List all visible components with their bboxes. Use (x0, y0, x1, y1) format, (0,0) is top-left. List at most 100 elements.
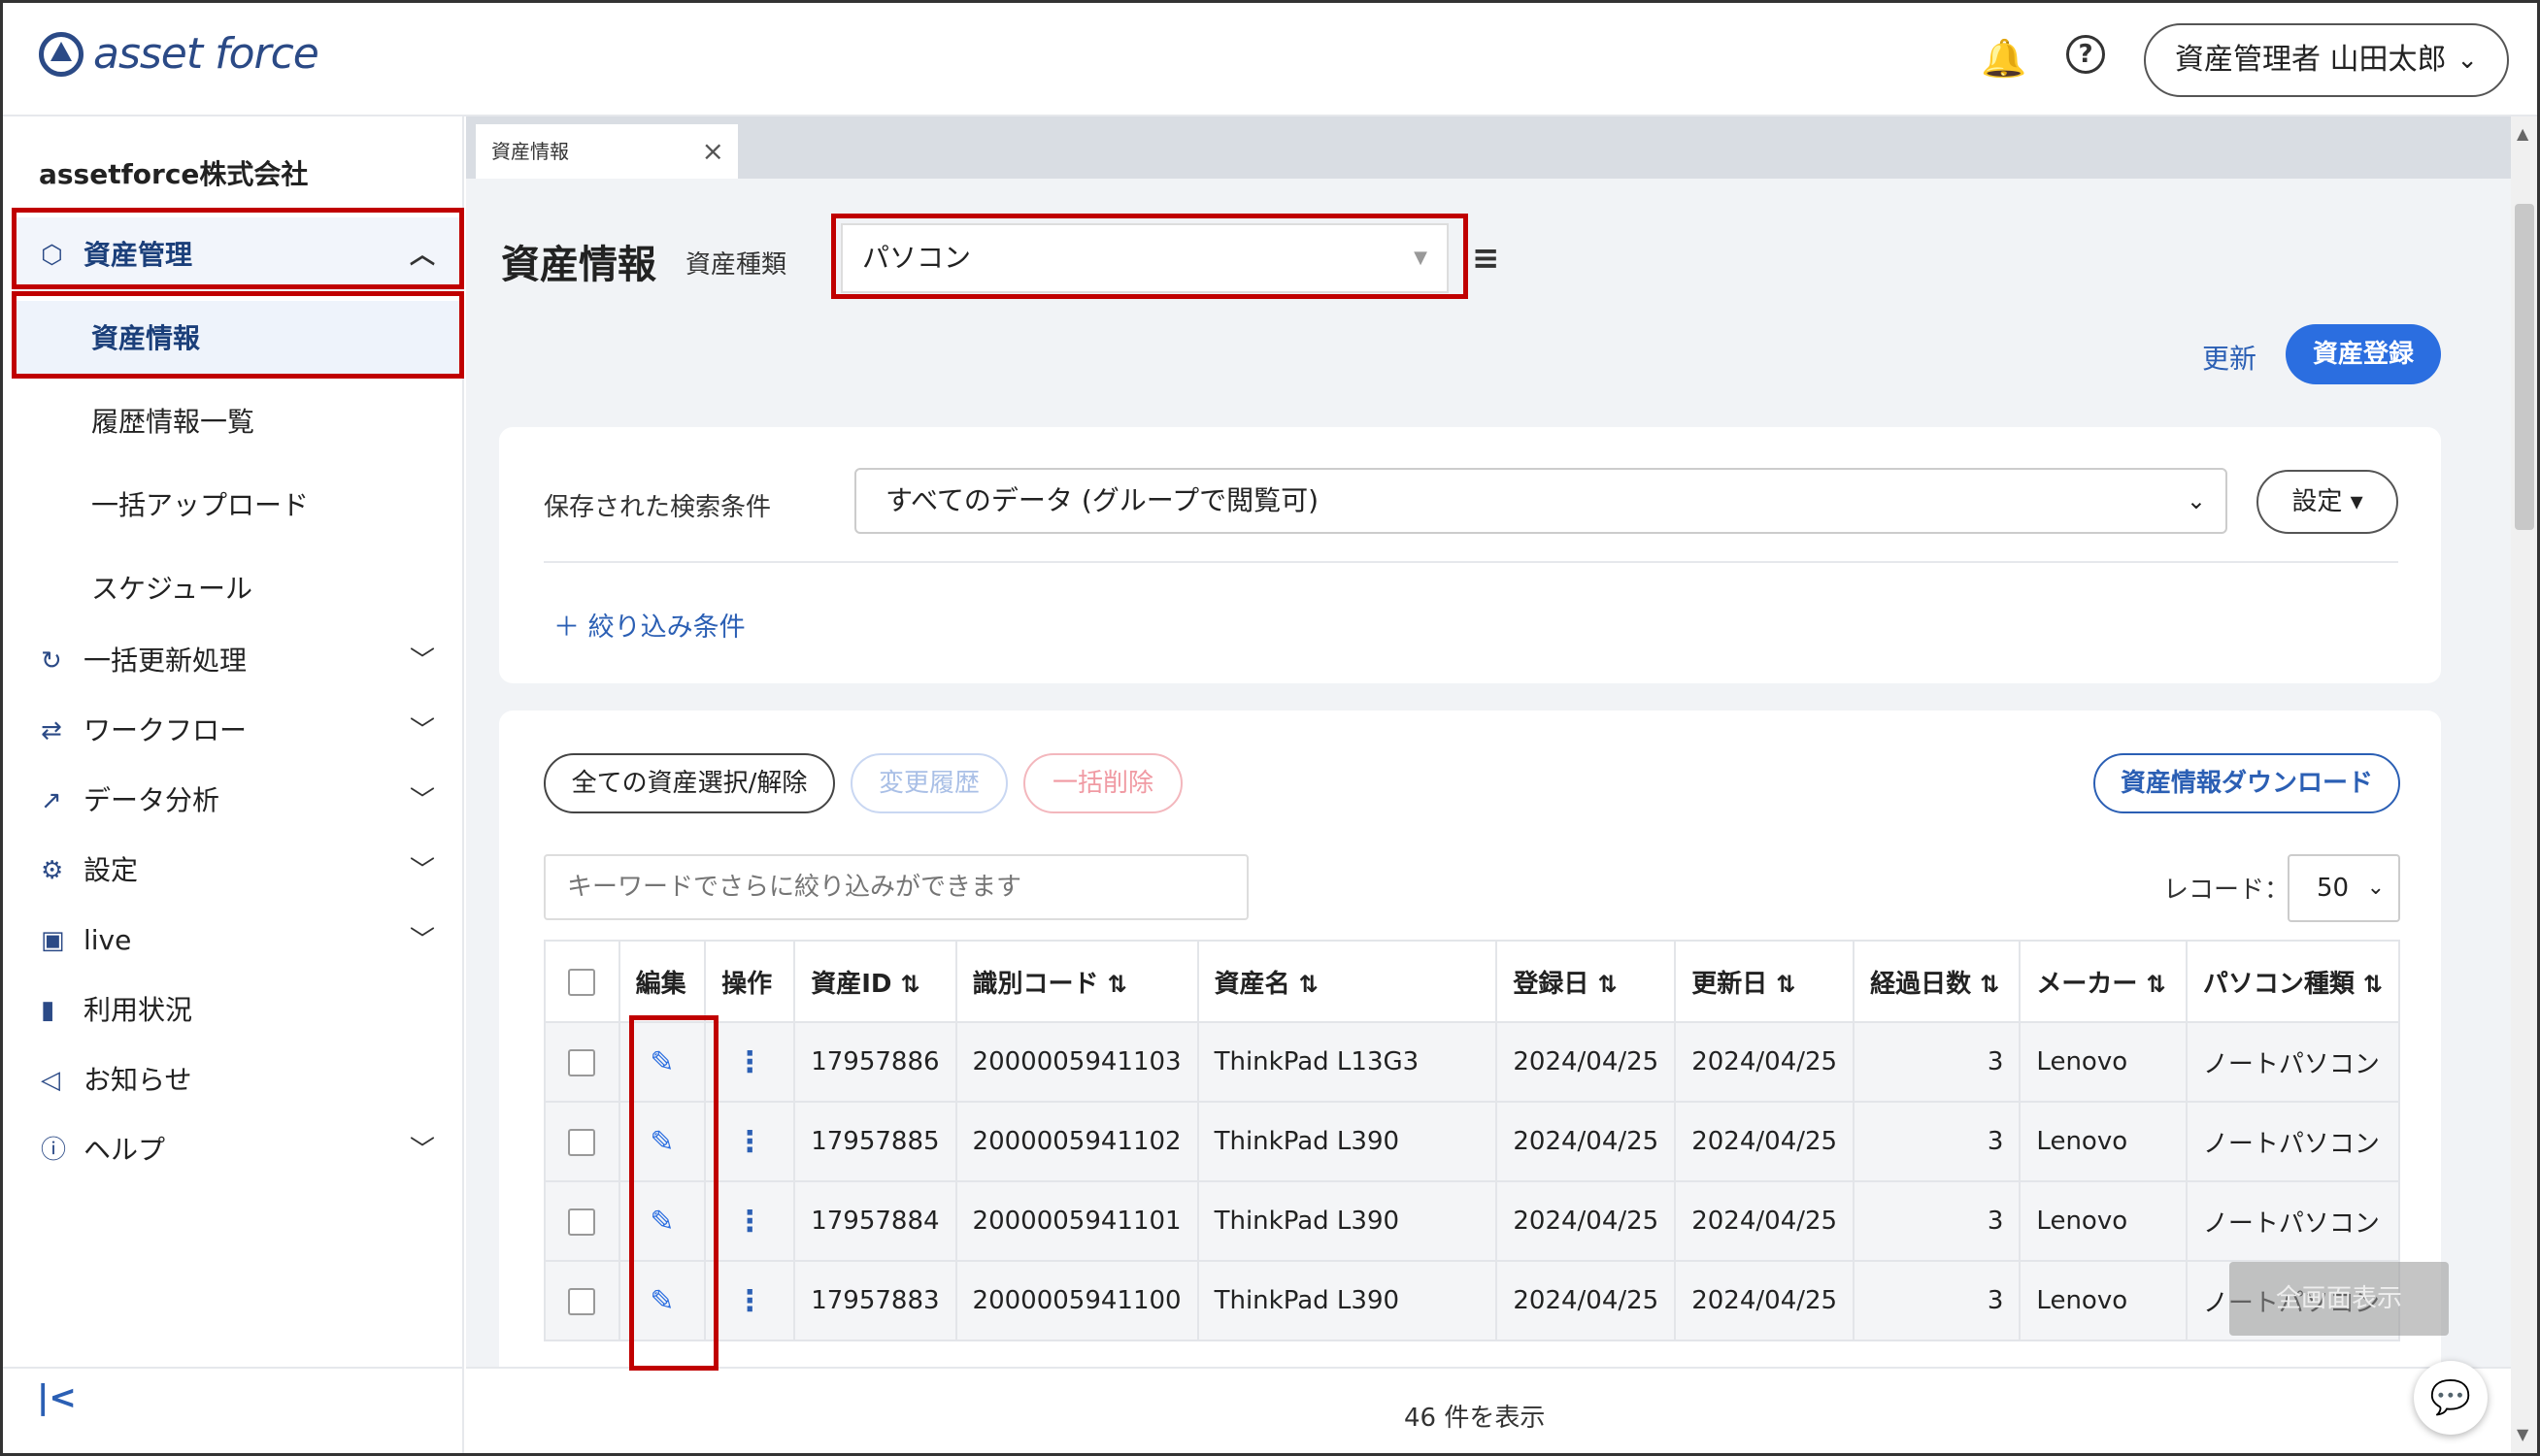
more-vertical-icon[interactable]: ⋮ (735, 1045, 764, 1079)
sidebar-subitem-asset-info[interactable]: 資産情報 (14, 301, 464, 377)
sidebar-item-label: 設定 (84, 854, 139, 886)
sidebar-item-data-analysis[interactable]: ↗ データ分析 ﹀ (14, 763, 464, 839)
row-checkbox[interactable] (568, 1128, 596, 1156)
collapse-sidebar-icon[interactable]: |< (37, 1378, 77, 1417)
settings-dropdown-button[interactable]: 設定 ▾ (2256, 470, 2398, 534)
record-label: レコード： (2163, 876, 2290, 905)
sidebar-subitem-history[interactable]: 履歴情報一覧 (14, 384, 464, 460)
chevron-down-icon: ⌄ (2456, 46, 2478, 75)
chevron-down-icon: ﹀ (409, 856, 435, 885)
edit-cell: ✎ (618, 1021, 707, 1103)
tab-bar (466, 116, 2513, 179)
sidebar-item-asset-management[interactable]: ⬡ 資産管理 ︿ (14, 217, 464, 293)
saved-search-select[interactable]: すべてのデータ (グループで閲覧可) ⌄ (854, 468, 2227, 534)
row-checkbox[interactable] (568, 1287, 596, 1315)
table-row[interactable]: ✎ ⋮ 17957886 2000005941103 ThinkPad L13G… (544, 1021, 2401, 1103)
sidebar-subitem-bulk-upload[interactable]: 一括アップロード (14, 468, 464, 544)
asset-id: 17957884 (793, 1180, 957, 1262)
maker: Lenovo (2019, 1260, 2188, 1341)
select-all-button[interactable]: 全ての資産選択/解除 (544, 753, 835, 813)
chart-icon: ↗ (41, 786, 62, 815)
row-checkbox-cell (544, 1101, 620, 1182)
sidebar-item-label: ヘルプ (84, 1134, 166, 1166)
edit-cell: ✎ (618, 1260, 707, 1341)
column-header-label: 識別コード (972, 969, 1099, 999)
saved-search-value: すべてのデータ (グループで閲覧可) (886, 484, 1319, 516)
table-row[interactable]: ✎ ⋮ 17957884 2000005941101 ThinkPad L390… (544, 1180, 2401, 1262)
column-header-sortable[interactable]: パソコン種類 ⇅ (2185, 940, 2401, 1023)
fullscreen-button[interactable]: 全画面表示 (2229, 1262, 2449, 1336)
column-header-sortable[interactable]: 資産ID ⇅ (793, 940, 957, 1023)
sidebar-item-live[interactable]: ▣ live ﹀ (14, 903, 464, 978)
scroll-up-icon[interactable]: ▲ (2517, 124, 2528, 143)
sort-icon: ⇅ (1980, 970, 2000, 998)
column-header-sortable[interactable]: 経過日数 ⇅ (1853, 940, 2022, 1023)
scrollbar-thumb[interactable] (2515, 204, 2534, 530)
select-all-checkbox[interactable] (568, 968, 596, 996)
logo-icon (39, 31, 84, 77)
updated-date: 2024/04/25 (1674, 1101, 1855, 1182)
logo[interactable]: asset force (39, 29, 319, 79)
column-header-sortable[interactable]: 資産名 ⇅ (1196, 940, 1498, 1023)
more-vertical-icon[interactable]: ⋮ (735, 1125, 764, 1159)
chat-icon[interactable]: 💬 (2414, 1361, 2488, 1435)
change-history-button[interactable]: 変更履歴 (851, 753, 1008, 813)
row-checkbox[interactable] (568, 1208, 596, 1236)
identification-code: 2000005941101 (954, 1180, 1199, 1262)
bulk-delete-button[interactable]: 一括削除 (1023, 753, 1183, 813)
chevron-up-icon: ︿ (409, 241, 435, 270)
bell-icon[interactable]: 🔔 (1981, 37, 2026, 81)
asset-name: ThinkPad L390 (1196, 1180, 1498, 1262)
sidebar-item-news[interactable]: ◁ お知らせ (14, 1042, 464, 1118)
sidebar-item-help[interactable]: ⓘ ヘルプ ﹀ (14, 1112, 464, 1188)
elapsed-days: 3 (1853, 1260, 2022, 1341)
refresh-icon: ↻ (41, 646, 62, 676)
asset-type-select[interactable]: パソコン ▼ (841, 223, 1449, 293)
column-header-label: 登録日 (1513, 969, 1589, 999)
help-circle-icon: ⓘ (41, 1136, 67, 1165)
menu-icon[interactable]: ≡ (1472, 239, 1500, 278)
edit-icon[interactable]: ✎ (650, 1284, 674, 1318)
asset-type-label: 資産種類 (685, 250, 787, 280)
scroll-down-icon[interactable]: ▼ (2517, 1425, 2528, 1443)
tab-asset-info[interactable]: 資産情報 × (476, 124, 738, 179)
asset-id: 17957886 (793, 1021, 957, 1103)
registered-date: 2024/04/25 (1495, 1101, 1677, 1182)
sidebar-item-settings[interactable]: ⚙ 設定 ﹀ (14, 833, 464, 909)
keyword-search-input[interactable] (544, 854, 1249, 920)
more-vertical-icon[interactable]: ⋮ (735, 1284, 764, 1318)
edit-icon[interactable]: ✎ (650, 1045, 674, 1079)
column-header-sortable[interactable]: 登録日 ⇅ (1495, 940, 1677, 1023)
row-checkbox[interactable] (568, 1048, 596, 1076)
refresh-link[interactable]: 更新 (2202, 338, 2256, 377)
edit-icon[interactable]: ✎ (650, 1205, 674, 1239)
column-header-label: パソコン種類 (2202, 969, 2355, 999)
sidebar-item-workflow[interactable]: ⇄ ワークフロー ﹀ (14, 693, 464, 769)
sort-icon: ⇅ (1597, 970, 1618, 998)
download-button[interactable]: 資産情報ダウンロード (2093, 753, 2400, 813)
sidebar-item-bulk-update[interactable]: ↻ 一括更新処理 ﹀ (14, 623, 464, 699)
more-vertical-icon[interactable]: ⋮ (735, 1205, 764, 1239)
updated-date: 2024/04/25 (1674, 1021, 1855, 1103)
table-row[interactable]: ✎ ⋮ 17957883 2000005941100 ThinkPad L390… (544, 1260, 2401, 1341)
sidebar-subitem-schedule[interactable]: スケジュール (14, 551, 464, 627)
header-checkbox-cell (544, 940, 620, 1023)
search-card (499, 427, 2441, 683)
edit-icon[interactable]: ✎ (650, 1125, 674, 1159)
action-cell: ⋮ (704, 1021, 796, 1103)
table-row[interactable]: ✎ ⋮ 17957885 2000005941102 ThinkPad L390… (544, 1101, 2401, 1182)
register-asset-button[interactable]: 資産登録 (2286, 324, 2441, 384)
help-icon[interactable]: ? (2066, 35, 2105, 74)
sidebar-item-label: 履歴情報一覧 (91, 406, 255, 438)
user-menu-button[interactable]: 資産管理者 山田太郎 ⌄ (2144, 23, 2509, 97)
sidebar-item-label: 資産情報 (91, 322, 201, 354)
close-icon[interactable]: × (702, 124, 724, 179)
column-header-sortable[interactable]: メーカー ⇅ (2019, 940, 2188, 1023)
column-header-sortable[interactable]: 更新日 ⇅ (1674, 940, 1855, 1023)
sidebar-item-usage[interactable]: ▮ 利用状況 (14, 973, 464, 1048)
column-header-sortable[interactable]: 識別コード ⇅ (954, 940, 1199, 1023)
record-count-select[interactable]: 50 ⌄ (2288, 854, 2400, 922)
add-filter-link[interactable]: ＋ 絞り込み条件 (553, 606, 746, 644)
asset-id: 17957885 (793, 1101, 957, 1182)
row-checkbox-cell (544, 1260, 620, 1341)
